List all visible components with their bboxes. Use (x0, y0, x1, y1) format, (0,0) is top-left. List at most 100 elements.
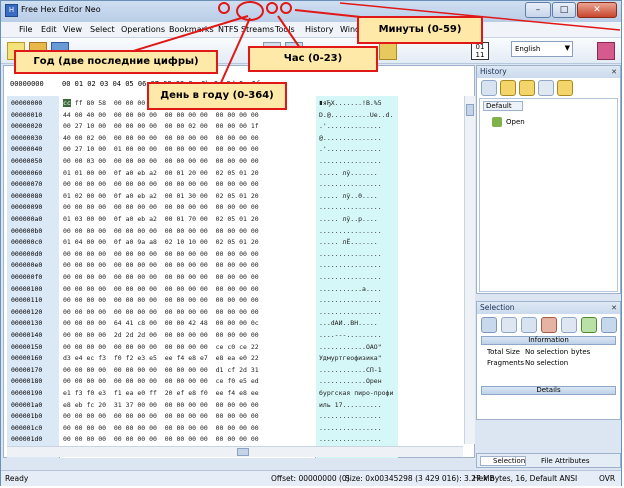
tab-selection[interactable]: Selection (480, 456, 526, 466)
row-bytes[interactable]: 00 00 00 00 00 00 00 00 00 00 00 00 00 0… (63, 272, 259, 283)
row-bytes[interactable]: 01 04 00 00 0f a0 9a a8 02 10 10 00 02 0… (63, 237, 259, 248)
menu-file[interactable]: File (19, 25, 32, 34)
horizontal-scrollbar[interactable] (7, 446, 463, 457)
row-bytes[interactable]: 00 00 00 00 00 00 00 00 00 00 00 00 00 0… (63, 249, 259, 260)
row-ascii[interactable]: ................ (319, 272, 397, 283)
row-ascii[interactable]: .'.............. (319, 144, 397, 155)
language-select[interactable]: English ▼ (511, 41, 573, 57)
row-ascii[interactable]: ................ (319, 226, 397, 237)
row-ascii[interactable]: D.@..........Ue..d. (319, 110, 397, 121)
row-ascii[interactable]: ................ (319, 307, 397, 318)
history-tree[interactable]: Default Open (479, 98, 618, 292)
undo-icon[interactable] (481, 80, 497, 96)
row-ascii[interactable]: Удмуртгеофизика" (319, 353, 397, 364)
information-header[interactable]: Information (481, 336, 616, 345)
row-bytes[interactable]: 00 00 00 00 00 00 00 00 00 00 00 00 00 0… (63, 411, 259, 422)
row-bytes[interactable]: 01 02 00 00 0f a0 eb a2 00 01 30 00 02 0… (63, 191, 259, 202)
row-ascii[interactable]: ................ (319, 295, 397, 306)
row-ascii[interactable]: ..... лЁ....... (319, 237, 397, 248)
row-bytes[interactable]: e8 eb fc 20 31 37 00 00 00 00 00 00 00 0… (63, 400, 259, 411)
ascii-column[interactable]: ∎яЂX.......!B.%5 D.@..........Ue..d. .'...… (316, 96, 398, 458)
row-bytes[interactable]: 00 00 00 00 00 00 00 00 00 00 00 00 00 0… (63, 284, 259, 295)
menu-tools[interactable]: Tools (275, 25, 295, 34)
row-ascii[interactable]: ...dAИ..BH..... (319, 318, 397, 329)
row-bytes[interactable]: 01 03 00 00 0f a0 eb a2 00 01 70 00 02 0… (63, 214, 259, 225)
row-ascii[interactable]: .'.............. (319, 121, 397, 132)
row-ascii[interactable]: иль 17.......... (319, 400, 397, 411)
row-ascii[interactable]: ............СП-1 (319, 365, 397, 376)
cursor-byte[interactable]: cc (63, 99, 71, 107)
row-ascii[interactable]: ...........a.... (319, 284, 397, 295)
row-ascii[interactable]: ................ (319, 179, 397, 190)
hex-editor-pane[interactable]: 00000000 00 01 02 03 04 05 06 07 08 09 0… (3, 65, 475, 458)
check-icon[interactable] (581, 317, 597, 333)
bookmark-icon[interactable] (379, 42, 397, 60)
row-ascii[interactable]: ..... лў..0.... (319, 191, 397, 202)
menu-edit[interactable]: Edit (41, 25, 57, 34)
menu-history[interactable]: History (305, 25, 333, 34)
row-bytes[interactable]: e1 f3 f0 e3 f1 ea e0 ff 20 ef e8 f0 ee f… (63, 388, 259, 399)
close-icon[interactable]: ✕ (611, 66, 617, 78)
minimize-button[interactable]: – (525, 2, 551, 18)
vertical-scrollbar[interactable] (464, 96, 475, 444)
menu-select[interactable]: Select (90, 25, 115, 34)
row-ascii[interactable]: ∎яЂX.......!B.%5 (319, 98, 397, 109)
row-bytes[interactable]: 44 00 40 00 00 00 00 00 00 00 00 00 00 0… (63, 110, 259, 121)
row-ascii[interactable]: ................ (319, 260, 397, 271)
details-header[interactable]: Details (481, 386, 616, 395)
row-bytes[interactable]: 00 00 00 00 00 00 00 00 00 00 00 00 ce c… (63, 342, 259, 353)
row-bytes[interactable]: 00 00 00 00 00 00 00 00 00 00 00 00 00 0… (63, 434, 259, 445)
row-ascii[interactable]: ................ (319, 434, 397, 445)
row-ascii[interactable]: ................ (319, 156, 397, 167)
row-bytes[interactable]: 00 27 10 00 01 00 00 00 00 00 00 00 00 0… (63, 144, 259, 155)
select-invert-icon[interactable] (541, 317, 557, 333)
select-range-icon[interactable] (521, 317, 537, 333)
scroll-thumb[interactable] (466, 104, 474, 116)
history-search-icon[interactable] (557, 80, 573, 96)
row-bytes[interactable]: 00 00 00 00 64 41 c8 00 00 00 42 48 00 0… (63, 318, 259, 329)
select-clear-icon[interactable] (561, 317, 577, 333)
close-button[interactable]: ✕ (577, 2, 617, 18)
select-block-icon[interactable] (501, 317, 517, 333)
byte-column[interactable]: cc ff 80 58 00 00 00 00 00 00 00 00 00 0… (60, 96, 315, 458)
row-bytes[interactable]: 00 00 03 00 00 00 00 00 00 00 00 00 00 0… (63, 156, 259, 167)
row-bytes[interactable]: d3 e4 ec f3 f0 f2 e3 e5 ee f4 e8 e7 e8 e… (63, 353, 259, 364)
maximize-button[interactable]: □ (552, 2, 576, 18)
history-forward-icon[interactable] (519, 80, 535, 96)
history-branch-icon[interactable] (538, 80, 554, 96)
row-ascii[interactable]: ..... лў..p.... (319, 214, 397, 225)
row-bytes[interactable]: 00 00 00 00 2d 2d 2d 00 00 00 00 00 00 0… (63, 330, 259, 341)
row-ascii[interactable]: ............ОАО" (319, 342, 397, 353)
row-ascii[interactable]: ....---......... (319, 330, 397, 341)
row-bytes[interactable]: 00 27 10 00 00 00 00 00 00 00 02 00 00 0… (63, 121, 259, 132)
row-bytes[interactable]: 00 00 00 00 00 00 00 00 00 00 00 00 00 0… (63, 179, 259, 190)
menu-bookmarks[interactable]: Bookmarks (169, 25, 214, 34)
row-ascii[interactable]: ................ (319, 249, 397, 260)
columns-icon[interactable]: 01 11 (471, 42, 489, 60)
row-ascii[interactable]: @............... (319, 133, 397, 144)
menu-ntfs-streams[interactable]: NTFS Streams (218, 25, 274, 34)
row-bytes[interactable]: 00 00 00 00 00 00 00 00 00 00 00 00 00 0… (63, 226, 259, 237)
row-ascii[interactable]: ................ (319, 411, 397, 422)
row-bytes[interactable]: 00 00 00 00 00 00 00 00 00 00 00 00 00 0… (63, 260, 259, 271)
menu-operations[interactable]: Operations (121, 25, 165, 34)
history-tab-default[interactable]: Default (483, 101, 523, 111)
row-bytes[interactable]: 01 01 00 00 0f a0 eb a2 00 01 20 00 02 0… (63, 168, 259, 179)
row-ascii[interactable]: ................ (319, 423, 397, 434)
palette-icon[interactable] (597, 42, 615, 60)
select-all-icon[interactable] (481, 317, 497, 333)
row-ascii[interactable]: ................ (319, 202, 397, 213)
row-ascii[interactable]: бургская пиро-профи (319, 388, 397, 399)
row-bytes[interactable]: 00 00 00 00 00 00 00 00 00 00 00 00 00 0… (63, 423, 259, 434)
history-item-open[interactable]: Open (506, 118, 525, 126)
close-icon[interactable]: ✕ (611, 302, 617, 314)
tab-file-attributes[interactable]: File Attributes (529, 457, 590, 465)
row-bytes[interactable]: 00 00 00 00 00 00 00 00 00 00 00 00 00 0… (63, 307, 259, 318)
scroll-thumb-h[interactable] (237, 448, 249, 456)
row-bytes[interactable]: 00 00 00 00 00 00 00 00 00 00 00 00 d1 c… (63, 365, 259, 376)
history-back-icon[interactable] (500, 80, 516, 96)
row-bytes[interactable]: 00 00 00 00 00 00 00 00 00 00 00 00 00 0… (63, 295, 259, 306)
menu-view[interactable]: View (63, 25, 82, 34)
row-ascii[interactable]: ..... лў....... (319, 168, 397, 179)
row-bytes[interactable]: 00 00 00 00 00 00 00 00 00 00 00 00 ce f… (63, 376, 259, 387)
